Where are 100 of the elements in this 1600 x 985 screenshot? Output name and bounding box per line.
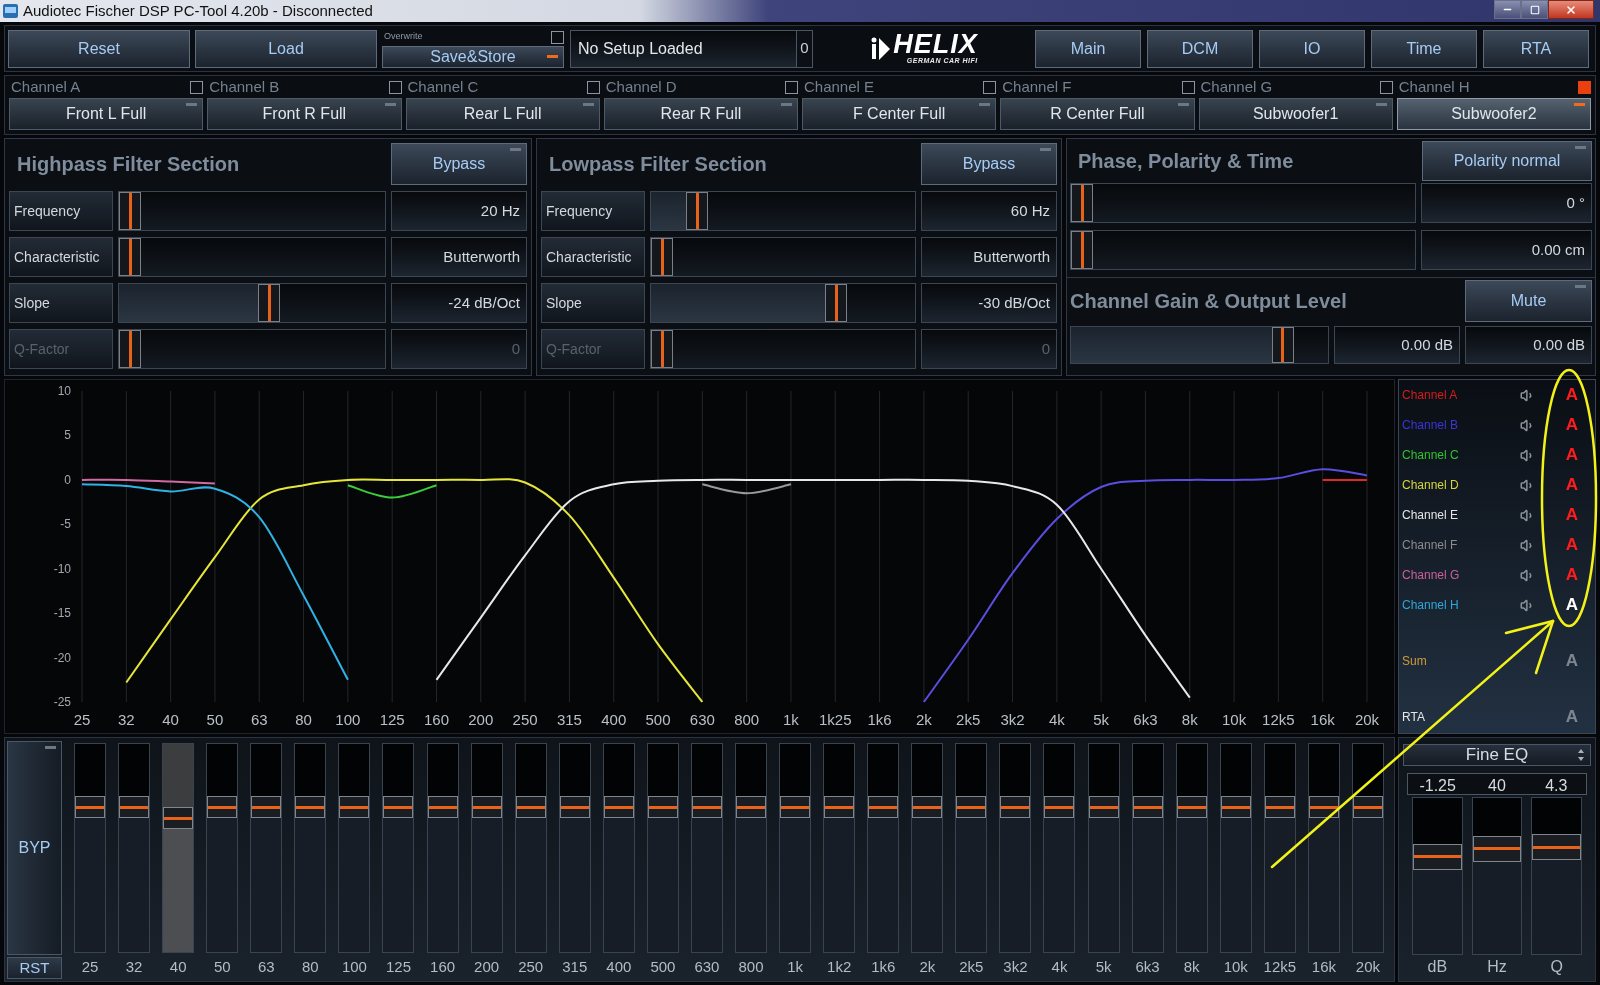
slider-track[interactable] (294, 743, 327, 953)
bypass-button[interactable]: Bypass (391, 143, 527, 185)
slider-track[interactable] (1175, 743, 1208, 953)
slider-track[interactable] (955, 743, 988, 953)
slider-thumb[interactable] (912, 796, 943, 819)
slider-thumb[interactable] (1071, 231, 1093, 269)
checkbox[interactable] (586, 80, 600, 94)
slider-track[interactable] (118, 237, 386, 277)
channel-button[interactable]: Subwoofer2 (1396, 98, 1591, 130)
nav-button[interactable]: DCM (1147, 29, 1253, 68)
a-toggle[interactable]: A (1563, 445, 1581, 465)
slider-thumb[interactable] (1088, 796, 1119, 819)
slider-track[interactable] (1131, 743, 1164, 953)
a-toggle[interactable]: A (1563, 475, 1581, 495)
legend-label[interactable]: Channel E (1402, 506, 1520, 524)
checkbox[interactable] (1379, 80, 1393, 94)
checkbox[interactable] (785, 80, 798, 94)
slider-thumb[interactable] (825, 284, 848, 322)
checkbox[interactable] (1578, 80, 1591, 94)
slider-thumb[interactable] (736, 796, 766, 819)
slider-track[interactable] (1531, 797, 1582, 955)
slider-thumb[interactable] (1132, 796, 1163, 819)
slider-thumb[interactable] (251, 796, 282, 819)
slider-track[interactable] (250, 743, 283, 953)
slider-track[interactable] (999, 743, 1032, 953)
slider-track[interactable] (470, 743, 503, 953)
slider-track[interactable] (162, 743, 195, 953)
channel-button[interactable]: Subwoofer1 (1198, 98, 1393, 130)
slider-thumb[interactable] (1044, 796, 1075, 819)
legend-label[interactable]: Channel C (1402, 446, 1520, 464)
legend-label[interactable]: Channel A (1402, 386, 1520, 404)
polarity-button[interactable]: Polarity normal (1422, 141, 1592, 181)
a-toggle[interactable]: A (1563, 707, 1581, 727)
slider-track[interactable] (690, 743, 723, 953)
slider-track[interactable] (823, 743, 856, 953)
checkbox[interactable] (388, 80, 402, 94)
channel-button[interactable]: Rear L Full (405, 98, 600, 130)
slider-track[interactable] (118, 283, 386, 323)
slider-thumb[interactable] (780, 796, 811, 819)
a-toggle[interactable]: A (1563, 565, 1581, 585)
slider-track[interactable] (867, 743, 900, 953)
slider-thumb[interactable] (1352, 796, 1383, 819)
slider-thumb[interactable] (119, 238, 141, 276)
slider-track[interactable] (1070, 326, 1329, 364)
eq-reset-button[interactable]: RST (7, 957, 62, 979)
slider-thumb[interactable] (1532, 834, 1581, 861)
slider-thumb[interactable] (1472, 835, 1522, 862)
slider-thumb[interactable] (868, 796, 899, 819)
a-toggle[interactable]: A (1563, 415, 1581, 435)
toolbar-button[interactable]: Reset (8, 29, 190, 68)
legend-label[interactable]: Channel G (1402, 566, 1520, 584)
checkbox[interactable] (1181, 80, 1195, 94)
checkbox[interactable] (551, 30, 564, 44)
slider-thumb[interactable] (1071, 184, 1093, 222)
slider-track[interactable] (911, 743, 944, 953)
channel-button[interactable]: F Center Full (802, 98, 997, 130)
slider-track[interactable] (779, 743, 812, 953)
toolbar-button[interactable]: Load (195, 29, 377, 68)
save-store-button[interactable]: Save&Store (382, 45, 564, 68)
a-toggle[interactable]: A (1563, 651, 1581, 671)
a-toggle[interactable]: A (1563, 535, 1581, 555)
slider-thumb[interactable] (1000, 796, 1031, 819)
nav-button[interactable]: IO (1259, 29, 1365, 68)
slider-track[interactable] (1471, 797, 1523, 955)
channel-button[interactable]: R Center Full (1000, 98, 1195, 130)
legend-label[interactable]: RTA (1402, 708, 1563, 726)
slider-track[interactable] (1043, 743, 1076, 953)
legend-label[interactable]: Channel F (1402, 536, 1520, 554)
slider-thumb[interactable] (691, 796, 722, 819)
slider-thumb[interactable] (956, 796, 987, 819)
slider-track[interactable] (338, 743, 371, 953)
channel-button[interactable]: Front R Full (207, 98, 402, 130)
slider-track[interactable] (118, 329, 386, 369)
slider-track[interactable] (426, 743, 459, 953)
slider-track[interactable] (206, 743, 239, 953)
checkbox[interactable] (983, 80, 997, 94)
slider-thumb[interactable] (339, 796, 370, 819)
slider-thumb[interactable] (1176, 796, 1207, 819)
slider-track[interactable] (735, 743, 767, 953)
nav-button[interactable]: Time (1371, 29, 1477, 68)
channel-button[interactable]: Front L Full (9, 98, 204, 130)
slider-thumb[interactable] (383, 796, 414, 819)
legend-label[interactable]: Channel D (1402, 476, 1520, 494)
slider-track[interactable] (1070, 230, 1416, 270)
slider-track[interactable] (1412, 797, 1463, 955)
eq-bypass-button[interactable]: BYP (7, 741, 62, 955)
slider-thumb[interactable] (471, 796, 502, 819)
slider-thumb[interactable] (1308, 796, 1339, 819)
a-toggle[interactable]: A (1563, 385, 1581, 405)
slider-track[interactable] (1351, 743, 1384, 953)
slider-thumb[interactable] (75, 796, 106, 819)
slider-thumb[interactable] (1413, 843, 1462, 870)
channel-button[interactable]: Rear R Full (603, 98, 798, 130)
slider-thumb[interactable] (824, 796, 855, 819)
slider-track[interactable] (650, 237, 916, 277)
slider-track[interactable] (646, 743, 679, 953)
slider-track[interactable] (74, 743, 107, 953)
slider-track[interactable] (382, 743, 415, 953)
slider-track[interactable] (1087, 743, 1120, 953)
slider-track[interactable] (650, 329, 916, 369)
